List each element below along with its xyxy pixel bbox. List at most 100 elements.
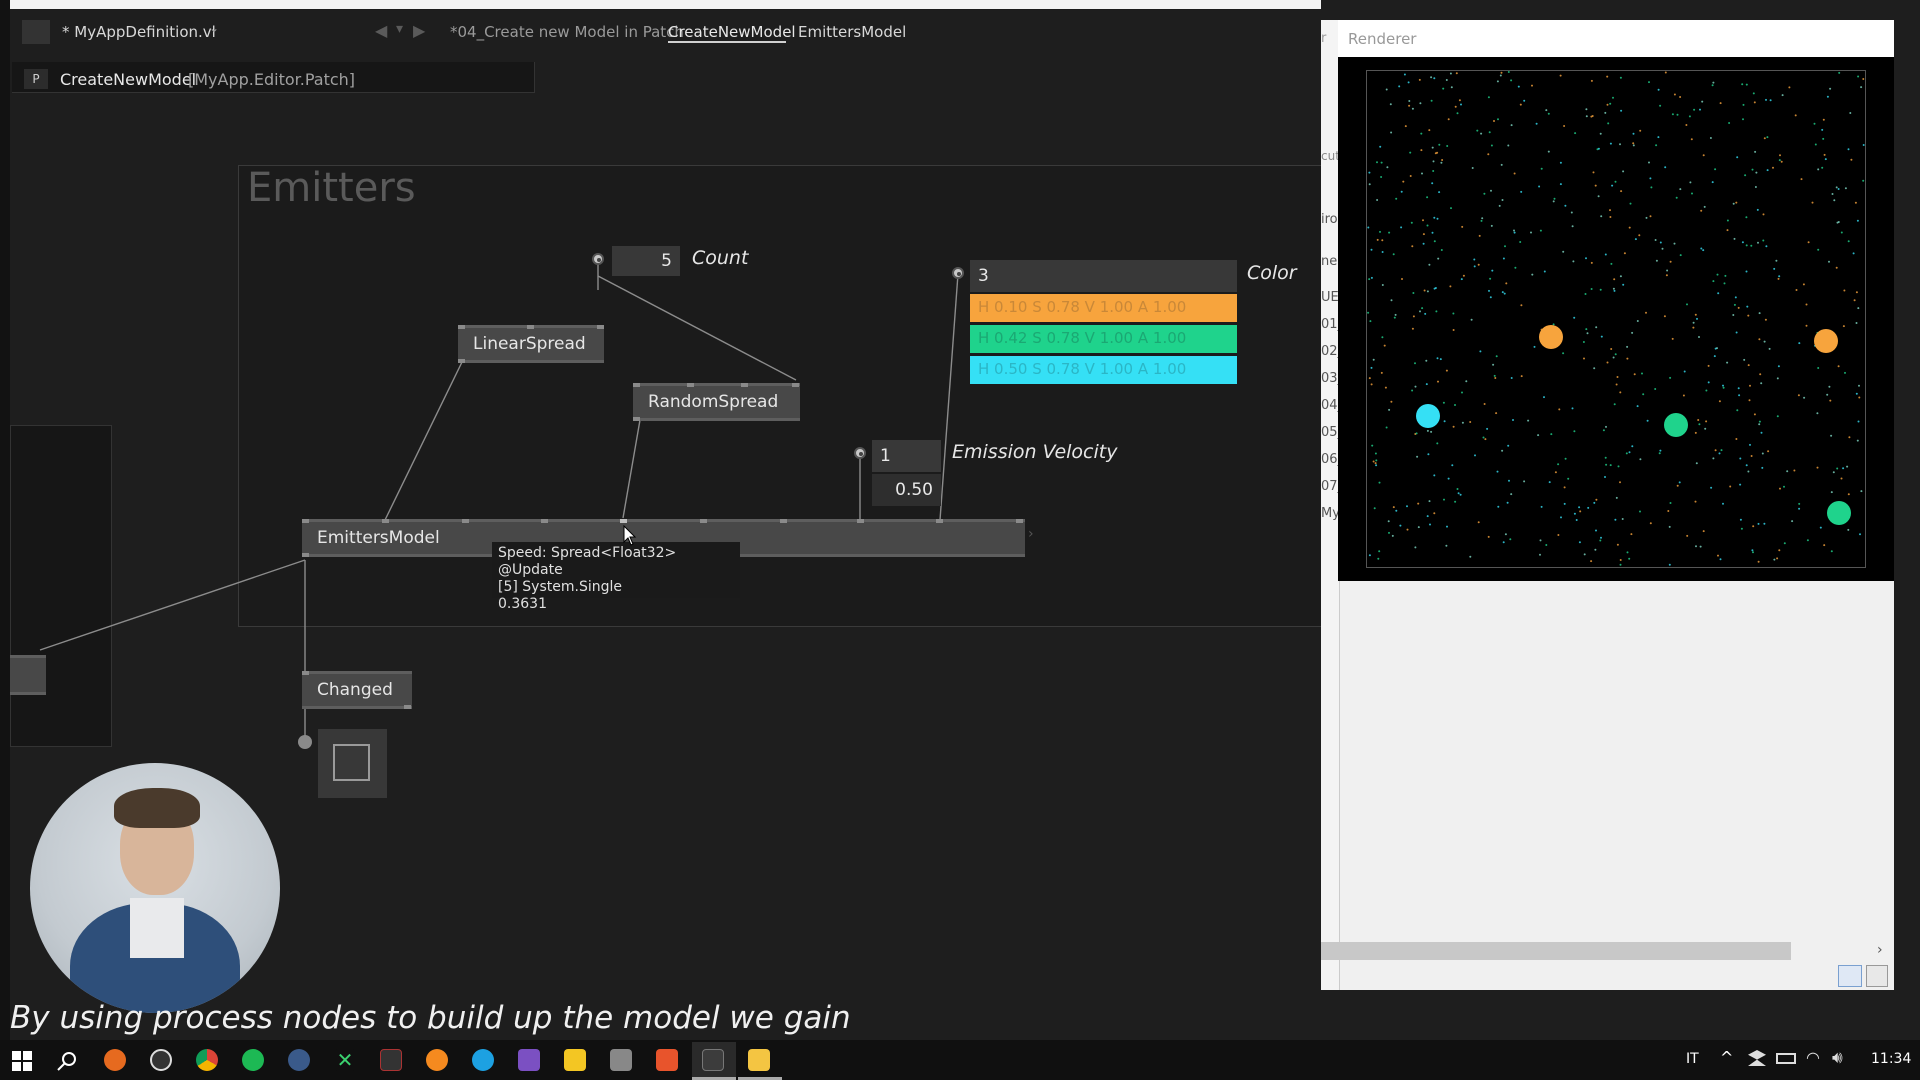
- color-entry-2[interactable]: H 0.42 S 0.78 V 1.00 A 1.00: [970, 325, 1237, 353]
- color-entry-3[interactable]: H 0.50 S 0.78 V 1.00 A 1.00: [970, 356, 1237, 384]
- linear-spread-node[interactable]: LinearSpread: [458, 325, 604, 363]
- input-pin[interactable]: [780, 519, 787, 523]
- input-pin[interactable]: [382, 519, 389, 523]
- particle: [1718, 452, 1721, 455]
- output-pin[interactable]: [404, 705, 411, 709]
- random-spread-node[interactable]: RandomSpread: [633, 383, 800, 421]
- sublime-icon[interactable]: [656, 1049, 678, 1071]
- velocity-label: Emission Velocity: [952, 441, 1118, 463]
- particle: [1679, 96, 1682, 98]
- particle: [1758, 420, 1761, 423]
- velocity-pin[interactable]: [854, 447, 866, 459]
- app-icon-gray[interactable]: [610, 1049, 632, 1071]
- output-pin[interactable]: [458, 359, 465, 363]
- particle: [1819, 526, 1822, 529]
- particle: [1559, 161, 1562, 164]
- velocity-value-iobox[interactable]: 0.50: [872, 474, 941, 506]
- sticky-notes-icon[interactable]: [564, 1049, 586, 1071]
- particle: [1374, 462, 1377, 465]
- particle: [1666, 269, 1669, 272]
- particle: [1595, 326, 1598, 329]
- particle: [1438, 143, 1441, 146]
- input-pin[interactable]: [302, 671, 309, 675]
- input-pin[interactable]: [541, 519, 548, 523]
- clock[interactable]: 11:34: [1871, 1051, 1911, 1067]
- particle: [1629, 202, 1632, 205]
- count-pin[interactable]: [592, 253, 604, 265]
- emitter-dot: [1664, 413, 1688, 437]
- particle: [1844, 371, 1846, 374]
- particle: [1411, 245, 1414, 248]
- details-view-icon[interactable]: [1838, 965, 1862, 987]
- particle: [1370, 383, 1373, 386]
- particle: [1535, 122, 1538, 125]
- renderer-titlebar[interactable]: [1338, 20, 1894, 58]
- particle: [1388, 408, 1391, 411]
- input-pin[interactable]: [792, 383, 799, 387]
- chrome-icon[interactable]: [196, 1049, 218, 1071]
- input-pin[interactable]: [633, 383, 640, 387]
- particle: [1816, 466, 1819, 469]
- particle: [1559, 74, 1562, 77]
- particle: [1393, 316, 1396, 319]
- input-pin[interactable]: [302, 519, 309, 523]
- steam-icon[interactable]: [288, 1049, 310, 1071]
- bang-iobox[interactable]: [318, 729, 387, 798]
- input-pin[interactable]: [527, 325, 534, 329]
- particle: [1504, 245, 1506, 248]
- visual-studio-icon[interactable]: [518, 1049, 540, 1071]
- chevron-up-icon[interactable]: ^: [1720, 1048, 1733, 1067]
- color-pin[interactable]: [952, 267, 964, 279]
- scroll-right-icon[interactable]: ›: [1877, 942, 1883, 958]
- particle: [1425, 383, 1428, 386]
- search-icon[interactable]: [56, 1050, 78, 1072]
- input-pin[interactable]: [741, 383, 748, 387]
- input-pin-speed[interactable]: [620, 519, 627, 523]
- particle: [1368, 171, 1371, 174]
- input-pin[interactable]: [687, 383, 694, 387]
- battery-icon[interactable]: [1776, 1053, 1796, 1064]
- input-pin[interactable]: [458, 325, 465, 329]
- input-pin[interactable]: [936, 519, 943, 523]
- color-entry-1[interactable]: H 0.10 S 0.78 V 1.00 A 1.00: [970, 294, 1237, 322]
- changed-node[interactable]: Changed: [302, 671, 412, 709]
- input-pin[interactable]: [462, 519, 469, 523]
- volume-icon[interactable]: 🔊︎: [1832, 1048, 1843, 1068]
- spotify-icon[interactable]: [242, 1049, 264, 1071]
- color-count-iobox[interactable]: 3: [970, 260, 1237, 292]
- large-icons-view-icon[interactable]: [1866, 965, 1888, 987]
- xmind-icon[interactable]: ✕: [334, 1049, 356, 1071]
- particle: [1778, 159, 1781, 162]
- particle: [1858, 396, 1861, 399]
- particle: [1835, 186, 1838, 189]
- app-icon[interactable]: [150, 1049, 172, 1071]
- horizontal-scrollbar[interactable]: [1321, 942, 1791, 960]
- output-pin[interactable]: [302, 553, 309, 557]
- vvvv-icon[interactable]: [702, 1049, 724, 1071]
- particle: [1429, 523, 1431, 526]
- particle: [1387, 520, 1390, 523]
- file-explorer-icon[interactable]: [748, 1049, 770, 1071]
- fire-app-icon[interactable]: [426, 1049, 448, 1071]
- windows-start-icon[interactable]: [12, 1051, 32, 1071]
- input-pin[interactable]: [597, 325, 604, 329]
- wifi-icon[interactable]: ◠: [1806, 1048, 1820, 1067]
- particle: [1487, 535, 1490, 538]
- particle: [1842, 467, 1845, 470]
- firefox-icon[interactable]: [104, 1049, 126, 1071]
- particle: [1428, 263, 1431, 266]
- particle: [1422, 233, 1425, 236]
- count-iobox[interactable]: 5: [612, 246, 680, 276]
- particle: [1381, 239, 1384, 242]
- video-app-icon[interactable]: [380, 1049, 402, 1071]
- output-pin[interactable]: [633, 417, 640, 421]
- bang-pin[interactable]: [298, 735, 312, 749]
- skype-icon[interactable]: [472, 1049, 494, 1071]
- input-pin[interactable]: [700, 519, 707, 523]
- velocity-count-iobox[interactable]: 1: [872, 440, 941, 472]
- input-pin[interactable]: [1016, 519, 1023, 523]
- particle: [1465, 380, 1468, 383]
- language-indicator[interactable]: IT: [1686, 1051, 1699, 1067]
- input-pin[interactable]: [857, 519, 864, 523]
- particle: [1856, 439, 1859, 442]
